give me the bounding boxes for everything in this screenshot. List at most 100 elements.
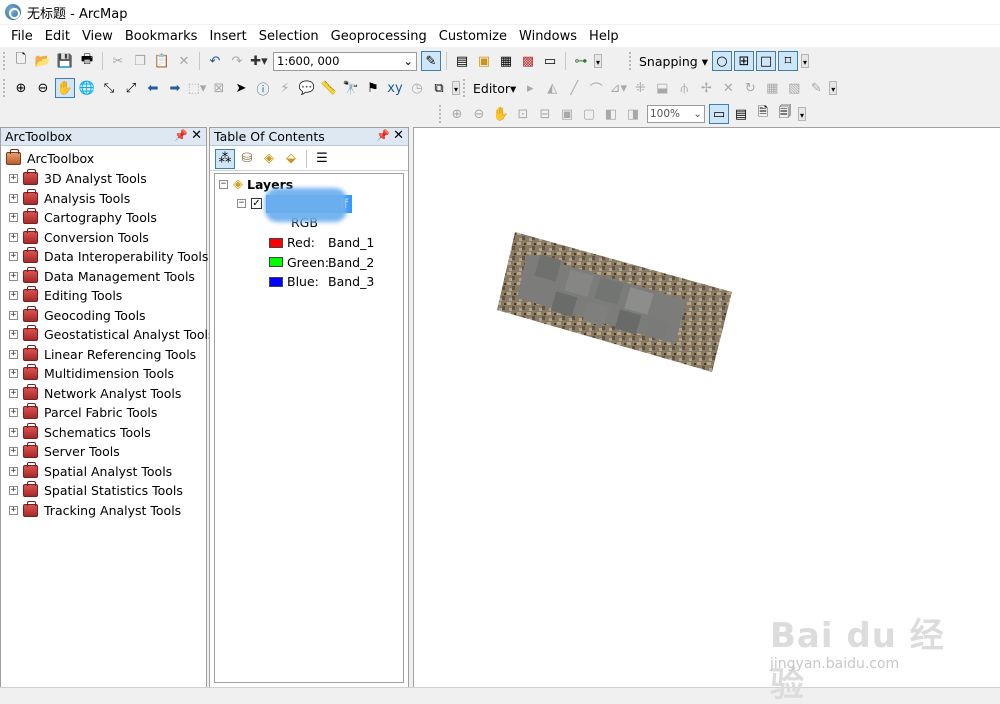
toolbar-grip[interactable] [439, 105, 443, 123]
expand-icon[interactable]: + [9, 466, 18, 476]
toolbar-options-chevron[interactable]: ▾ [594, 54, 602, 68]
toolbox-item[interactable]: + Schematics Tools [9, 422, 151, 443]
toolbar-options-chevron[interactable]: ▾ [452, 81, 460, 95]
cut-icon[interactable]: ✂ [108, 51, 128, 71]
select-features-icon[interactable]: ⬚▾ [187, 78, 207, 98]
toolbox-item[interactable]: + Spatial Statistics Tools [9, 481, 183, 501]
layer-visibility-checkbox[interactable]: ✓ [251, 198, 262, 210]
toolbox-item[interactable]: +3D Analyst Tools [9, 169, 147, 189]
back-arrow-icon[interactable]: ⬅ [143, 78, 163, 98]
menu-view[interactable]: View [76, 29, 119, 44]
pin-icon[interactable]: 📌 [174, 129, 188, 142]
close-icon[interactable]: ✕ [393, 128, 404, 143]
attributes-icon[interactable]: ▦ [762, 78, 782, 98]
list-by-drawing-order-icon[interactable]: ⁂ [215, 148, 235, 169]
arctoolbox-root[interactable]: ArcToolbox [6, 149, 94, 169]
layout-zoom-out-icon[interactable]: ⊖ [469, 104, 489, 124]
toolbar-grip[interactable] [3, 79, 7, 97]
layout-pan-icon[interactable]: ✋ [491, 104, 511, 124]
create-viewer-window-icon[interactable]: ⧉ [429, 78, 449, 98]
toolbar-grip[interactable] [3, 52, 7, 70]
print-icon[interactable]: 🖶 [77, 51, 97, 71]
open-folder-icon[interactable]: 📂 [33, 51, 53, 71]
vertex-snapping-icon[interactable]: □ [755, 51, 776, 71]
edge-snapping-icon[interactable]: ⌑ [777, 51, 798, 71]
pan-hand-icon[interactable]: ✋ [55, 78, 75, 98]
toolbox-item[interactable]: + Tracking Analyst Tools [9, 500, 181, 521]
sketch-properties-icon[interactable]: ▧ [784, 78, 804, 98]
end-snapping-icon[interactable]: ⊞ [733, 51, 754, 71]
expand-icon[interactable]: + [9, 310, 18, 320]
menu-geoprocessing[interactable]: Geoprocessing [325, 29, 433, 44]
expand-icon[interactable]: + [9, 427, 18, 437]
measure-icon[interactable]: 📏 [319, 78, 339, 98]
find-route-icon[interactable]: ⚑ [363, 78, 383, 98]
fixed-zoom-in-icon[interactable]: ⤡ [99, 78, 119, 98]
search-window-icon[interactable]: ▦ [496, 51, 516, 71]
create-features-icon[interactable]: ✎ [806, 78, 826, 98]
expand-icon[interactable]: + [9, 486, 18, 496]
editor-toolbar-icon[interactable]: ✎ [421, 51, 441, 71]
zoom-in-icon[interactable]: ⊕ [11, 78, 31, 98]
time-slider-icon[interactable]: ◷ [407, 78, 427, 98]
collapse-icon[interactable]: − [237, 199, 246, 209]
redo-icon[interactable]: ↷ [227, 51, 247, 71]
toolbox-item[interactable]: + Geocoding Tools [9, 305, 146, 326]
expand-icon[interactable]: + [9, 388, 18, 398]
reshape-icon[interactable]: ⫛ [674, 78, 694, 98]
focus-data-frame-icon[interactable]: ▤ [731, 104, 751, 124]
expand-icon[interactable]: + [9, 291, 18, 301]
table-of-contents-window-icon[interactable]: ▤ [452, 51, 472, 71]
toggle-draft-mode-icon[interactable]: ▭ [709, 104, 729, 124]
editor-menu[interactable]: Editor ▾ [470, 81, 519, 96]
add-data-icon[interactable]: ✚▾ [249, 51, 269, 71]
edit-vertices-icon[interactable]: ⬓ [652, 78, 672, 98]
expand-icon[interactable]: + [9, 271, 18, 281]
expand-icon[interactable]: + [9, 369, 18, 379]
expand-icon[interactable]: + [9, 447, 18, 457]
toolbox-item[interactable]: + Analysis Tools [9, 188, 130, 209]
select-elements-arrow-icon[interactable]: ➤ [231, 78, 251, 98]
straight-segment-icon[interactable]: ╱ [564, 78, 584, 98]
cut-polygons-icon[interactable]: ✢ [696, 78, 716, 98]
go-back-extent-icon[interactable]: ◧ [601, 104, 621, 124]
menu-windows[interactable]: Windows [513, 29, 583, 44]
toolbar-options-chevron[interactable]: ▾ [798, 107, 806, 121]
full-extent-globe-icon[interactable]: 🌐 [77, 78, 97, 98]
menu-file[interactable]: File [5, 29, 39, 44]
forward-arrow-icon[interactable]: ➡ [165, 78, 185, 98]
toolbox-item[interactable]: + Parcel Fabric Tools [9, 403, 157, 423]
snapping-menu[interactable]: Snapping ▾ [636, 54, 711, 69]
collapse-icon[interactable]: − [219, 180, 228, 190]
list-by-selection-icon[interactable]: ⬙ [281, 149, 301, 169]
expand-icon[interactable]: + [9, 174, 18, 184]
toolbox-item[interactable]: + Data Management Tools [9, 266, 195, 287]
go-forward-extent-icon[interactable]: ◨ [623, 104, 643, 124]
toc-options-icon[interactable]: ☰ [312, 149, 332, 169]
edit-tool-icon[interactable]: ▸ [520, 78, 540, 98]
expand-icon[interactable]: + [9, 213, 18, 223]
find-binoculars-icon[interactable]: 🔭 [341, 78, 361, 98]
toolbox-item[interactable]: + Editing Tools [9, 286, 122, 306]
model-builder-icon[interactable]: ⊶ [571, 51, 591, 71]
menu-edit[interactable]: Edit [39, 29, 76, 44]
toolbar-options-chevron[interactable]: ▾ [829, 81, 838, 95]
fixed-zoom-out-icon[interactable]: ⤢ [121, 78, 141, 98]
split-icon[interactable]: ✕ [718, 78, 738, 98]
trace-icon[interactable]: ⁜ [630, 78, 650, 98]
toolbox-item[interactable]: + Server Tools [9, 442, 120, 462]
menu-bookmarks[interactable]: Bookmarks [119, 29, 204, 44]
toolbox-item[interactable]: + Multidimension Tools [9, 364, 174, 384]
layout-zoom-in-icon[interactable]: ⊕ [447, 104, 467, 124]
expand-icon[interactable]: + [9, 193, 18, 203]
fixed-zoom-in-page-icon[interactable]: ▣ [557, 104, 577, 124]
menu-insert[interactable]: Insert [203, 29, 252, 44]
paste-icon[interactable]: 📋 [152, 51, 172, 71]
toolbox-item[interactable]: + Linear Referencing Tools [9, 344, 196, 365]
hyperlink-icon[interactable]: ⚡ [275, 78, 295, 98]
toolbar-options-chevron[interactable]: ▾ [800, 54, 809, 68]
fixed-zoom-out-page-icon[interactable]: ▢ [579, 104, 599, 124]
pin-icon[interactable]: 📌 [376, 129, 390, 142]
python-window-icon[interactable]: ▭ [540, 51, 560, 71]
toolbox-item[interactable]: + Data Interoperability Tools [9, 247, 208, 267]
